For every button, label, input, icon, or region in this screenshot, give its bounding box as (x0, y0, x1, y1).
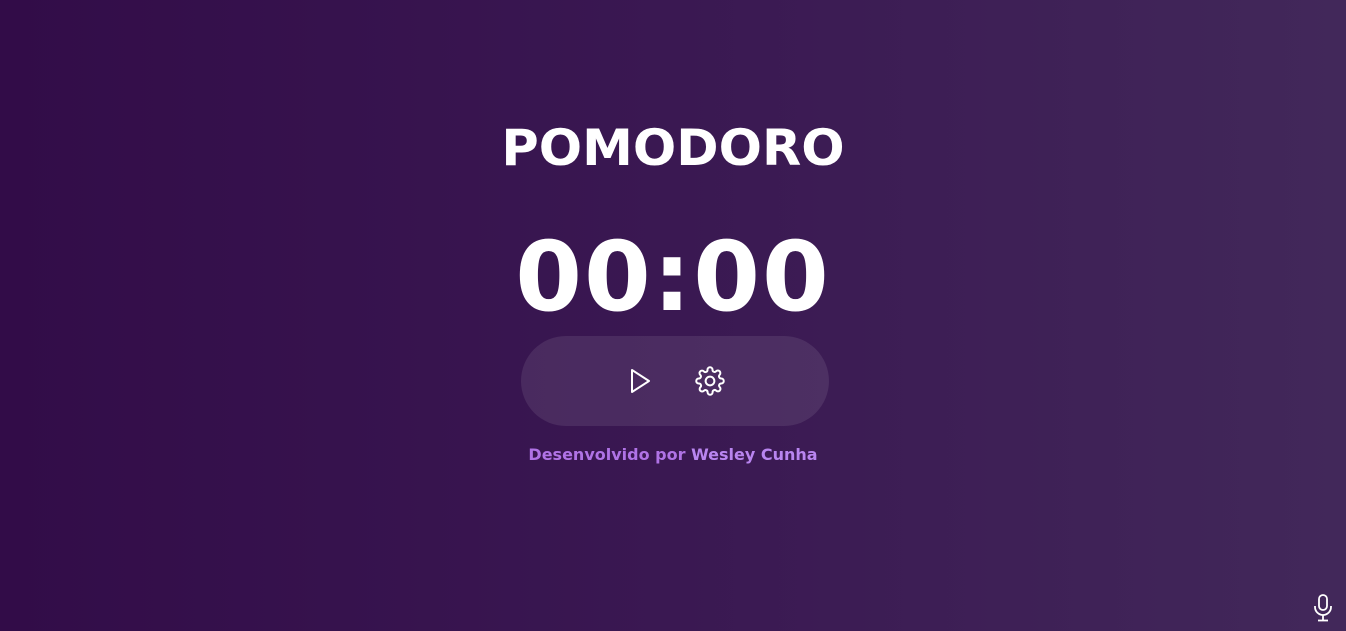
author-link[interactable]: Wesley Cunha (691, 445, 818, 464)
gear-icon (695, 366, 725, 396)
credit-line: Desenvolvido por Wesley Cunha (0, 444, 1346, 466)
play-icon (631, 369, 650, 393)
play-button[interactable] (625, 366, 655, 396)
credit-prefix: Desenvolvido por (528, 445, 686, 464)
pomodoro-app: POMODORO 00:00 Desenvolvido por Wesley C… (0, 0, 1346, 631)
settings-button[interactable] (695, 366, 725, 396)
timer-display: 00:00 (515, 221, 831, 333)
microphone-icon (1314, 594, 1332, 622)
microphone-button[interactable] (1311, 594, 1335, 622)
page-title: POMODORO (501, 119, 845, 177)
timer-controls (521, 336, 829, 426)
